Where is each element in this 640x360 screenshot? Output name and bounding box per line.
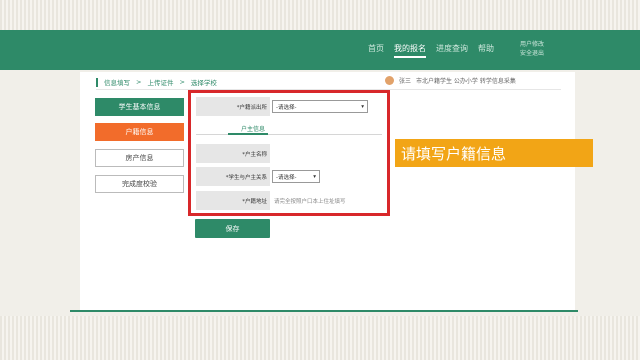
avatar [385,76,394,85]
breadcrumb-step-fill-info[interactable]: 信息填写 [104,77,130,87]
bottom-divider [70,310,578,312]
save-button[interactable]: 保存 [195,219,270,238]
background-pattern-top [0,0,640,30]
user-info: 张三 市北户籍学生 公办小学 转学信息采集 [385,76,516,85]
background-pattern-bottom [0,316,640,360]
nav-help[interactable]: 帮助 [478,43,494,58]
main-nav: 首页 我的报名 进度查询 帮助 [368,43,494,58]
nav-my-registration[interactable]: 我的报名 [394,43,426,58]
user-edit-link[interactable]: 用户修改 [520,40,544,49]
user-school: 市北户籍学生 公办小学 转学信息采集 [416,78,516,85]
sidebar-item-property[interactable]: 房产信息 [95,149,184,167]
callout-label: 请填写户籍信息 [395,139,593,167]
breadcrumb-separator: > [136,78,142,86]
sidebar-item-hukou[interactable]: 户籍信息 [95,123,184,141]
sidebar-item-completion[interactable]: 完成度校验 [95,175,184,193]
breadcrumb-marker [96,77,98,87]
user-links: 用户修改 安全退出 [520,40,544,58]
breadcrumb-separator: > [179,78,185,86]
highlight-box [188,90,390,216]
sidebar-item-student-basic[interactable]: 学生基本信息 [95,98,184,116]
breadcrumb-step-upload[interactable]: 上传证件 [147,77,173,87]
breadcrumb-step-choose-school[interactable]: 选择学校 [191,77,217,87]
user-name: 张三 [399,78,412,85]
nav-home[interactable]: 首页 [368,43,384,58]
breadcrumb: 信息填写 > 上传证件 > 选择学校 [96,77,217,87]
logout-link[interactable]: 安全退出 [520,49,544,58]
nav-progress-query[interactable]: 进度查询 [436,43,468,58]
